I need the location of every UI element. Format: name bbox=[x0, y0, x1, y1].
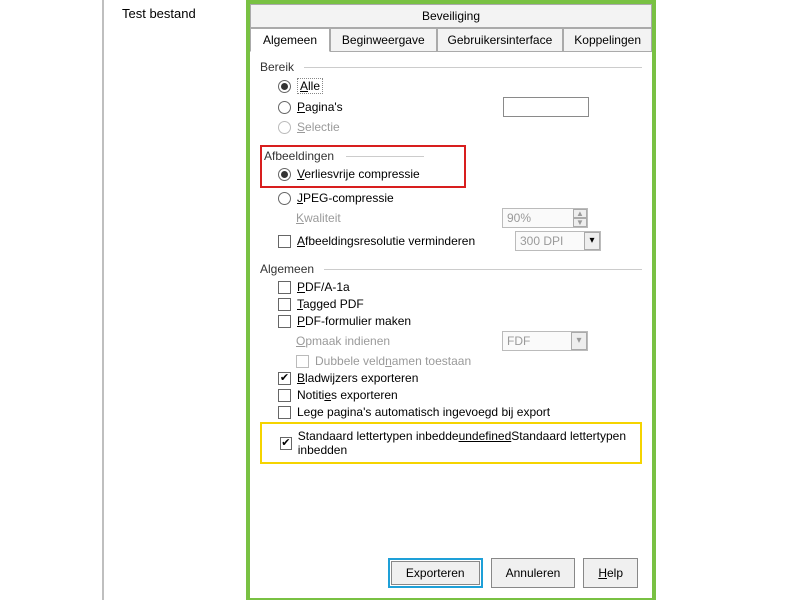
check-tagged[interactable] bbox=[278, 298, 291, 311]
tab-user-interface[interactable]: Gebruikersinterface bbox=[437, 28, 564, 52]
check-blank-pages[interactable] bbox=[278, 406, 291, 419]
section-title-range: Bereik bbox=[260, 60, 642, 74]
check-row-notes[interactable]: Notities exporteren bbox=[278, 388, 642, 402]
check-embed-fonts[interactable] bbox=[280, 437, 292, 450]
chevron-up-icon: ▲ bbox=[573, 209, 587, 218]
check-row-dup-fields: Dubbele veldnamen toestaan bbox=[296, 354, 642, 368]
check-row-form[interactable]: PDF-formulier maken bbox=[278, 314, 642, 328]
section-title-general: Algemeen bbox=[260, 262, 642, 276]
chevron-down-icon: ▾ bbox=[584, 232, 600, 250]
check-dup-fields-label: Dubbele veldnamen toestaan bbox=[315, 354, 471, 368]
submit-format-label: Opmaak indienen bbox=[296, 334, 496, 348]
radio-jpeg-label: JPEG-compressie bbox=[297, 191, 394, 205]
check-form-label: PDF-formulier maken bbox=[297, 314, 411, 328]
highlight-embed-fonts: Standaard lettertypen inbeddeundefinedSt… bbox=[260, 422, 642, 464]
radio-all-label: Alle bbox=[297, 78, 323, 94]
check-row-pdfa[interactable]: PDF/A-1a bbox=[278, 280, 642, 294]
radio-row-pages[interactable]: Pagina's bbox=[278, 97, 642, 117]
radio-row-lossless[interactable]: Verliesvrije compressie bbox=[278, 167, 424, 181]
check-pdfa-label: PDF/A-1a bbox=[297, 280, 350, 294]
check-row-reduce-res[interactable]: Afbeeldingsresolutie verminderen ▾ bbox=[278, 231, 642, 251]
section-images: Afbeeldingen Verliesvrije compressie JPE… bbox=[260, 145, 642, 254]
highlight-export: Exporteren bbox=[388, 558, 483, 588]
check-bookmarks[interactable] bbox=[278, 372, 291, 385]
radio-pages[interactable] bbox=[278, 101, 291, 114]
radio-row-jpeg[interactable]: JPEG-compressie bbox=[278, 191, 642, 205]
check-reduce-res[interactable] bbox=[278, 235, 291, 248]
chevron-down-icon: ▼ bbox=[573, 218, 587, 227]
radio-jpeg[interactable] bbox=[278, 192, 291, 205]
dialog-tabs: Beveiliging Algemeen Beginweergave Gebru… bbox=[250, 4, 652, 52]
radio-lossless[interactable] bbox=[278, 168, 291, 181]
tab-links[interactable]: Koppelingen bbox=[563, 28, 652, 52]
check-form[interactable] bbox=[278, 315, 291, 328]
radio-selection-label: Selectie bbox=[297, 120, 340, 134]
radio-row-all[interactable]: Alle bbox=[278, 78, 642, 94]
radio-selection bbox=[278, 121, 291, 134]
export-button[interactable]: Exporteren bbox=[391, 561, 480, 585]
check-notes-label: Notities exporteren bbox=[297, 388, 398, 402]
check-tagged-label: Tagged PDF bbox=[297, 297, 364, 311]
dialog-button-bar: Exporteren Annuleren Help bbox=[260, 548, 642, 598]
radio-lossless-label: Verliesvrije compressie bbox=[297, 167, 420, 181]
cancel-button[interactable]: Annuleren bbox=[491, 558, 576, 588]
highlight-lossless: Afbeeldingen Verliesvrije compressie bbox=[260, 145, 466, 188]
radio-pages-label: Pagina's bbox=[297, 100, 497, 114]
radio-all[interactable] bbox=[278, 80, 291, 93]
check-notes[interactable] bbox=[278, 389, 291, 402]
check-row-blank-pages[interactable]: Lege pagina's automatisch ingevoegd bij … bbox=[278, 405, 642, 419]
check-dup-fields bbox=[296, 355, 309, 368]
document-body-text: Test bestand bbox=[122, 6, 196, 21]
check-row-tagged[interactable]: Tagged PDF bbox=[278, 297, 642, 311]
check-row-bookmarks[interactable]: Bladwijzers exporteren bbox=[278, 371, 642, 385]
check-reduce-res-label: Afbeeldingsresolutie verminderen bbox=[297, 234, 509, 248]
tab-general[interactable]: Algemeen bbox=[250, 28, 330, 52]
radio-row-selection: Selectie bbox=[278, 120, 642, 134]
chevron-down-icon: ▾ bbox=[571, 332, 587, 350]
help-button[interactable]: Help bbox=[583, 558, 638, 588]
tab-security[interactable]: Beveiliging bbox=[250, 4, 652, 28]
check-row-embed-fonts[interactable]: Standaard lettertypen inbeddeundefinedSt… bbox=[280, 429, 636, 457]
quality-label: Kwaliteit bbox=[296, 211, 496, 225]
pages-input[interactable] bbox=[503, 97, 589, 117]
section-range: Bereik Alle Pagina's Selectie bbox=[260, 60, 642, 137]
check-embed-fonts-label: Standaard lettertypen inbeddeundefinedSt… bbox=[298, 429, 636, 457]
check-blank-pages-label: Lege pagina's automatisch ingevoegd bij … bbox=[297, 405, 550, 419]
section-title-images: Afbeeldingen bbox=[264, 149, 424, 163]
tab-initial-view[interactable]: Beginweergave bbox=[330, 28, 437, 52]
section-general: Algemeen PDF/A-1a Tagged PDF PDF-formuli… bbox=[260, 262, 642, 464]
pdf-export-dialog: Beveiliging Algemeen Beginweergave Gebru… bbox=[246, 0, 656, 600]
row-quality: Kwaliteit ▲ ▼ bbox=[296, 208, 642, 228]
check-pdfa[interactable] bbox=[278, 281, 291, 294]
check-bookmarks-label: Bladwijzers exporteren bbox=[297, 371, 418, 385]
row-submit-format: Opmaak indienen ▾ bbox=[296, 331, 642, 351]
